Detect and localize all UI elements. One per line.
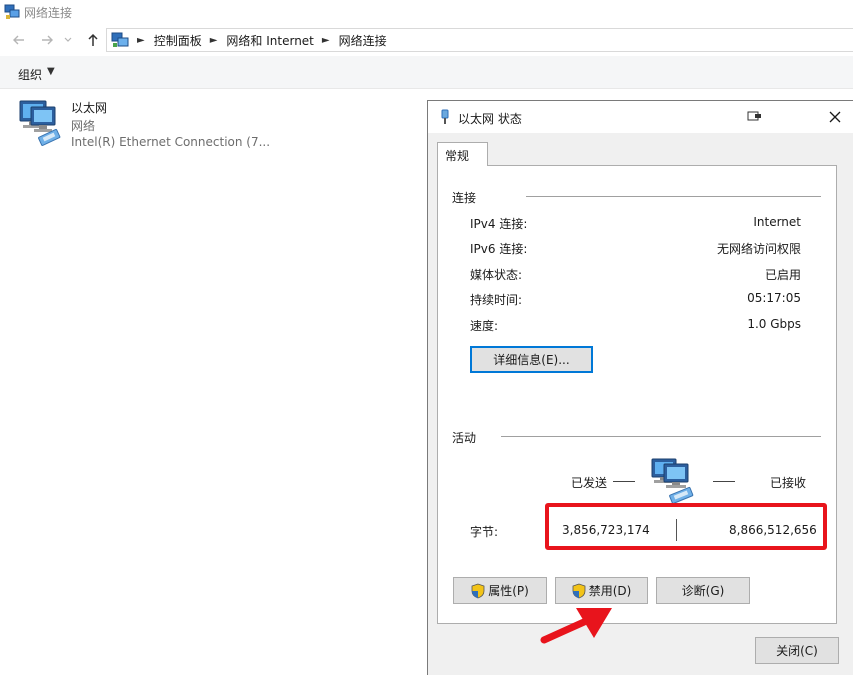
breadcrumb-separator-icon: ► bbox=[137, 34, 145, 46]
general-tab-panel: 连接 IPv4 连接: Internet IPv6 连接: 无网络访问权限 媒体… bbox=[437, 165, 837, 624]
ipv4-connectivity-label: IPv4 连接: bbox=[470, 217, 528, 231]
control-panel-icon bbox=[111, 32, 129, 48]
properties-button-label: 属性(P) bbox=[488, 584, 529, 598]
snap-window-icon[interactable] bbox=[747, 110, 763, 125]
breadcrumb-control-panel[interactable]: 控制面板 bbox=[154, 32, 202, 49]
ethernet-item-network: 网络 bbox=[71, 119, 96, 133]
back-arrow-icon[interactable] bbox=[9, 30, 29, 50]
activity-section-divider bbox=[501, 436, 821, 437]
organize-dropdown-icon[interactable]: ▼ bbox=[47, 66, 55, 77]
bytes-label: 字节: bbox=[470, 525, 499, 539]
ethernet-adapter-icon[interactable] bbox=[17, 99, 63, 150]
network-connections-icon bbox=[4, 4, 20, 23]
media-state-value: 已启用 bbox=[764, 268, 801, 282]
ipv6-connectivity-label: IPv6 连接: bbox=[470, 242, 528, 256]
details-button[interactable]: 详细信息(E)... bbox=[470, 346, 593, 373]
duration-label: 持续时间: bbox=[470, 293, 523, 307]
speed-label: 速度: bbox=[470, 319, 499, 333]
properties-button[interactable]: 属性(P) bbox=[453, 577, 547, 604]
breadcrumb-network-internet[interactable]: 网络和 Internet bbox=[226, 32, 313, 49]
breadcrumb-separator-icon: ► bbox=[209, 34, 218, 46]
media-state-label: 媒体状态: bbox=[470, 268, 523, 282]
dialog-close-icon[interactable] bbox=[822, 105, 848, 129]
forward-arrow-icon[interactable] bbox=[37, 30, 57, 50]
sent-dash bbox=[613, 481, 635, 482]
tab-general[interactable]: 常规 bbox=[437, 142, 488, 166]
ethernet-connector-icon bbox=[440, 109, 450, 128]
breadcrumb-network-connections[interactable]: 网络连接 bbox=[339, 32, 387, 49]
diagnose-button[interactable]: 诊断(G) bbox=[656, 577, 750, 604]
received-label: 已接收 bbox=[770, 476, 807, 490]
ethernet-status-dialog: 以太网 状态 常规 连接 IPv4 连接: Internet IPv6 连接: … bbox=[427, 100, 853, 675]
uac-shield-icon bbox=[572, 583, 586, 599]
dialog-titlebar: 以太网 状态 bbox=[428, 101, 853, 133]
disable-button-label: 禁用(D) bbox=[588, 584, 632, 598]
bytes-highlight-box bbox=[545, 503, 827, 550]
ipv4-connectivity-value: Internet bbox=[753, 215, 801, 229]
activity-network-icon bbox=[648, 456, 700, 507]
received-dash bbox=[713, 481, 735, 482]
duration-value: 05:17:05 bbox=[747, 291, 801, 305]
red-arrow-annotation bbox=[538, 600, 618, 651]
navigation-bar: ► 控制面板 ► 网络和 Internet ► 网络连接 bbox=[0, 24, 853, 56]
window-title: 网络连接 bbox=[24, 6, 73, 20]
uac-shield-icon bbox=[471, 583, 485, 599]
recent-locations-chevron-icon[interactable] bbox=[61, 30, 75, 50]
ethernet-item-name[interactable]: 以太网 bbox=[71, 99, 107, 116]
up-arrow-icon[interactable] bbox=[83, 30, 103, 50]
organize-button[interactable]: 组织 bbox=[18, 66, 42, 83]
close-button[interactable]: 关闭(C) bbox=[755, 637, 839, 664]
speed-value: 1.0 Gbps bbox=[747, 317, 801, 331]
ethernet-item-device: Intel(R) Ethernet Connection (7... bbox=[71, 135, 271, 149]
explorer-titlebar: 网络连接 bbox=[0, 0, 853, 24]
dialog-title: 以太网 状态 bbox=[458, 112, 522, 126]
command-bar: 组织 ▼ bbox=[0, 56, 853, 89]
breadcrumb-separator-icon: ► bbox=[321, 34, 330, 46]
sent-label: 已发送 bbox=[571, 476, 608, 490]
ipv6-connectivity-value: 无网络访问权限 bbox=[716, 242, 801, 256]
address-bar[interactable]: ► 控制面板 ► 网络和 Internet ► 网络连接 bbox=[106, 28, 853, 52]
activity-section-label: 活动 bbox=[452, 431, 477, 445]
connection-section-label: 连接 bbox=[452, 191, 477, 205]
connection-section-divider bbox=[526, 196, 821, 197]
